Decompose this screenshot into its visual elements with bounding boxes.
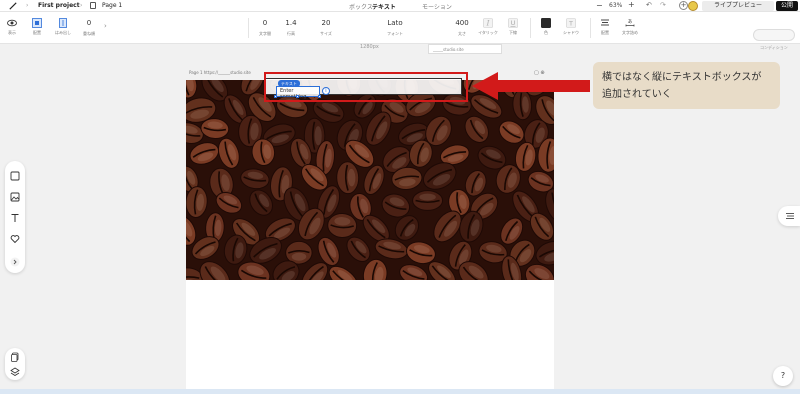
- help-button[interactable]: ?: [773, 366, 793, 386]
- kerning-icon: あ: [625, 19, 635, 27]
- publish-button[interactable]: 公開: [776, 1, 798, 11]
- visibility-tool[interactable]: 表示: [4, 12, 20, 44]
- frame-label: Page 1 https://______studio.site: [189, 70, 251, 75]
- coffee-beans-image[interactable]: [186, 80, 554, 280]
- left-bottom-panel: [5, 348, 25, 380]
- menu-lines-icon: [786, 213, 794, 219]
- divider: [590, 18, 591, 38]
- project-name[interactable]: First project: [38, 2, 80, 9]
- condition-label: コンディション: [760, 45, 788, 50]
- right-panel-toggle[interactable]: [778, 206, 800, 226]
- add-member-icon[interactable]: +: [679, 1, 688, 10]
- breadcrumb-separator-icon: ›: [80, 2, 83, 9]
- favorite-heart-icon[interactable]: [10, 234, 20, 244]
- zoom-in-button[interactable]: +: [628, 0, 635, 9]
- svg-text:I: I: [486, 20, 490, 28]
- tab-box[interactable]: ボックス: [349, 2, 373, 11]
- font-family-tool[interactable]: Lato フォント: [380, 12, 410, 44]
- page-name[interactable]: Page 1: [102, 2, 122, 9]
- undo-icon[interactable]: ↶: [646, 1, 652, 9]
- taskbar-strip: [0, 389, 800, 394]
- italic-tool[interactable]: I イタリック: [476, 12, 500, 44]
- overflow-tool[interactable]: はみ出し: [52, 12, 74, 44]
- shadow-tool[interactable]: T シャドウ: [560, 12, 582, 44]
- left-tool-panel: [5, 161, 25, 273]
- expand-chevron-icon[interactable]: [10, 257, 20, 267]
- align-icon: [601, 19, 609, 26]
- image-tool-icon[interactable]: [10, 192, 20, 202]
- kerning-tool[interactable]: あ 文字詰め: [618, 12, 642, 44]
- layers-icon[interactable]: [10, 367, 20, 377]
- italic-icon: I: [483, 18, 493, 28]
- divider: [248, 18, 249, 38]
- color-swatch-icon: [541, 18, 551, 28]
- zoom-out-button[interactable]: −: [596, 1, 603, 10]
- live-preview-button[interactable]: ライブプレビュー: [702, 1, 774, 11]
- divider: [530, 18, 531, 38]
- highlight-annotation: [264, 72, 468, 102]
- annotation-callout: 横ではなく縦にテキストボックスが追加されていく: [593, 62, 780, 109]
- overflow-icon: [59, 18, 67, 28]
- underline-icon: U: [508, 18, 518, 28]
- viewport-width-label: 1280px: [360, 44, 379, 50]
- page-icon: [90, 2, 96, 9]
- font-weight-tool[interactable]: 400 太さ: [452, 12, 472, 44]
- red-arrow-annotation: [472, 72, 590, 100]
- svg-text:T: T: [568, 20, 573, 28]
- condition-toggle[interactable]: [753, 29, 795, 41]
- letter-spacing-tool[interactable]: 0 文字間: [256, 12, 274, 44]
- tab-motion[interactable]: モーション: [422, 2, 452, 11]
- font-size-tool[interactable]: 20 サイズ: [316, 12, 336, 44]
- expand-chevron-icon[interactable]: ›: [104, 22, 107, 30]
- breadcrumb-separator-icon: ›: [26, 2, 29, 9]
- url-dropdown[interactable]: _____studio.site: [428, 44, 502, 54]
- property-toolbar: 表示 配置 はみ出し 0 重ね順 › 0 文字間 1.4 行高 20 サイズ L…: [0, 12, 800, 50]
- shadow-icon: T: [566, 18, 576, 28]
- coffee-beans-picture: [186, 80, 554, 280]
- tab-text[interactable]: テキスト: [372, 2, 396, 11]
- box-tool-icon[interactable]: [10, 171, 20, 181]
- layout-icon: [32, 18, 42, 28]
- top-bar: › First project › Page 1 ボックス テキスト モーション…: [0, 0, 800, 12]
- pages-icon[interactable]: [10, 352, 20, 362]
- text-color-tool[interactable]: 色: [538, 12, 554, 44]
- layout-tool[interactable]: 配置: [28, 12, 46, 44]
- zoom-level[interactable]: 63%: [609, 2, 622, 9]
- text-align-tool[interactable]: 配置: [596, 12, 614, 44]
- redo-icon[interactable]: ↷: [660, 1, 666, 9]
- z-order-tool[interactable]: 0 重ね順: [80, 12, 98, 44]
- text-tool-icon[interactable]: [10, 213, 20, 223]
- avatar[interactable]: [688, 1, 698, 11]
- svg-text:U: U: [511, 19, 516, 27]
- underline-tool[interactable]: U 下線: [504, 12, 522, 44]
- svg-text:あ: あ: [628, 19, 633, 25]
- eye-icon: [7, 19, 17, 27]
- studio-logo-icon[interactable]: [9, 2, 17, 10]
- line-height-tool[interactable]: 1.4 行高: [282, 12, 300, 44]
